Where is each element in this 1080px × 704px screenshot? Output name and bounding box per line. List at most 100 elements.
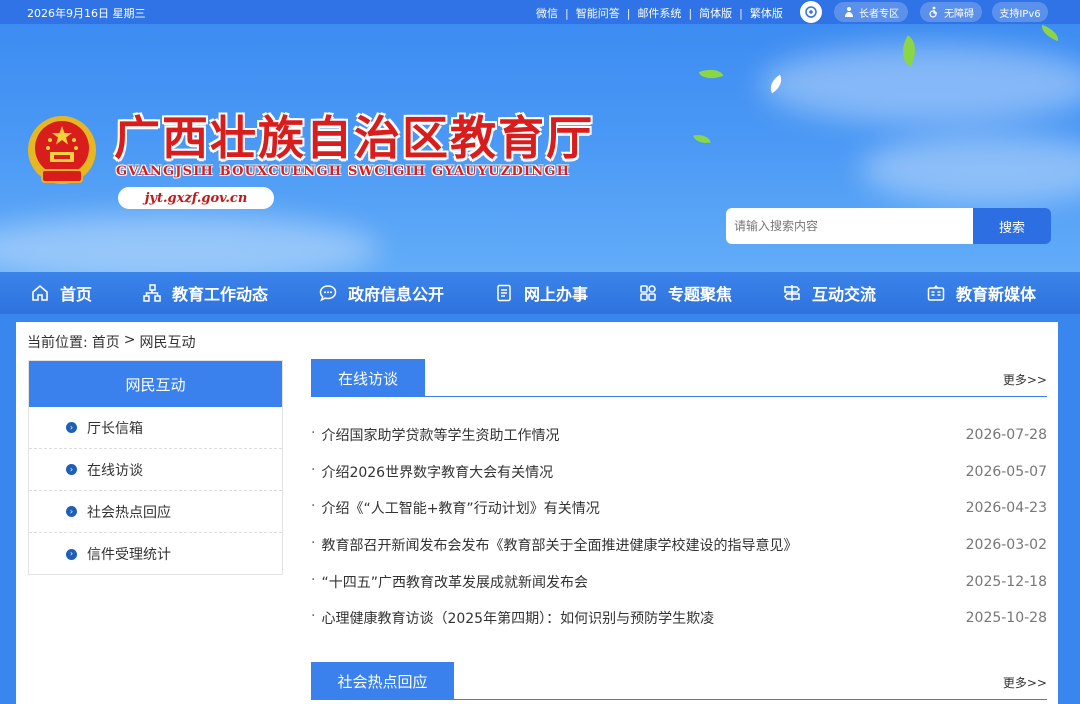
nav-interaction[interactable]: 互动交流: [782, 272, 876, 314]
nav-label: 政府信息公开: [348, 285, 445, 304]
arrow-right-icon: ›: [66, 548, 77, 560]
arrow-right-icon: ›: [66, 464, 77, 475]
simplified-link[interactable]: 简体版: [699, 5, 732, 21]
news-title[interactable]: 心理健康教育访谈（2025年第四期）：如何识别与预防学生欺凌: [321, 608, 714, 628]
news-list: · 介绍国家助学贷款等学生资助工作情况 2026-07-28 · 介绍2026世界数…: [311, 417, 1047, 637]
bullet: ·: [311, 425, 316, 442]
sidebar-item-hot-response[interactable]: › 社会热点回应: [29, 491, 282, 533]
news-title[interactable]: “十四五”广西教育改革发展成就新闻发布会: [321, 572, 588, 592]
news-date: 2025-10-28: [965, 610, 1047, 627]
grid-icon: [640, 285, 656, 301]
leaf-decoration: [693, 132, 711, 146]
list-item[interactable]: · 心理健康教育访谈（2025年第四期）：如何识别与预防学生欺凌 2025-10-…: [311, 600, 1047, 637]
breadcrumb-current[interactable]: 网民互动: [139, 332, 195, 352]
nav-new-media[interactable]: 教育新媒体: [926, 272, 1036, 314]
nav-label: 首页: [60, 285, 93, 304]
more-link[interactable]: 更多>>: [1003, 371, 1047, 388]
current-date: 2026年9月16日 星期三: [27, 7, 146, 20]
list-item[interactable]: · 介绍国家助学贷款等学生资助工作情况 2026-07-28: [311, 417, 1047, 454]
sidebar-item-label: 在线访谈: [87, 462, 143, 479]
elder-zone-label: 长者专区: [859, 8, 899, 20]
online-interview-section: 在线访谈 更多>> · 介绍国家助学贷款等学生资助工作情况 2026-07-28 …: [311, 359, 1047, 627]
more-link[interactable]: 更多>>: [1003, 674, 1047, 691]
bullet: ·: [311, 571, 316, 588]
news-date: 2026-03-02: [965, 537, 1047, 554]
leaf-decoration: [698, 64, 724, 84]
divider: |: [565, 6, 569, 20]
divider: |: [626, 6, 631, 20]
nav-home[interactable]: 首页: [30, 272, 92, 314]
traditional-link[interactable]: 繁体版: [750, 5, 783, 21]
sidebar-item-letter-stats[interactable]: › 信件受理统计: [29, 533, 282, 575]
top-bar: 2026年9月16日 星期三 微信 | 智能问答 | 邮件系统 | 简体版 | …: [0, 0, 1080, 24]
nav-label: 教育新媒体: [956, 285, 1037, 304]
search-button[interactable]: 搜索: [973, 208, 1051, 244]
wheelchair-icon: [929, 6, 937, 18]
sidebar-title: 网民互动: [29, 361, 282, 407]
sidebar-item-label: 信件受理统计: [87, 547, 171, 563]
news-title[interactable]: 介绍《“人工智能+教育”行动计划》有关情况: [321, 498, 599, 518]
divider: |: [688, 6, 693, 20]
cloud-decoration: [860, 134, 1080, 204]
news-date: 2025-12-18: [965, 573, 1047, 590]
list-item[interactable]: · 介绍《“人工智能+教育”行动计划》有关情况 2026-04-23: [311, 490, 1047, 527]
cloud-decoration: [760, 44, 1080, 124]
breadcrumb-separator: >: [123, 332, 136, 348]
media-icon: [927, 285, 945, 301]
bullet: ·: [311, 498, 316, 515]
news-title[interactable]: 介绍2026世界数字教育大会有关情况: [321, 462, 553, 482]
home-icon: [32, 284, 48, 301]
hot-response-section: 社会热点回应 更多>>: [311, 662, 1047, 704]
cloud-decoration: [0, 214, 380, 272]
news-date: 2026-04-23: [965, 500, 1047, 517]
online-interview-tab[interactable]: 在线访谈: [311, 359, 425, 397]
person-icon: [845, 7, 853, 17]
hot-response-tab[interactable]: 社会热点回应: [311, 662, 454, 700]
screen-reader-icon[interactable]: [800, 1, 822, 23]
sidebar-item-online-interview[interactable]: › 在线访谈: [29, 449, 282, 491]
section-header: 在线访谈 更多>>: [311, 359, 1047, 397]
breadcrumb-home[interactable]: 首页: [92, 332, 120, 352]
site-domain: jyt.gxzf.gov.cn: [118, 187, 274, 209]
nav-education-news[interactable]: 教育工作动态: [142, 272, 268, 314]
org-chart-icon: [143, 284, 161, 302]
divider: |: [739, 6, 743, 20]
news-date: 2026-05-07: [965, 463, 1047, 480]
nav-label: 网上办事: [524, 285, 589, 304]
nav-label: 教育工作动态: [172, 285, 269, 304]
search-input[interactable]: [726, 208, 974, 244]
bullet: ·: [311, 461, 316, 478]
list-item[interactable]: · 教育部召开新闻发布会发布《教育部关于全面推进健康学校建设的指导意见》 2026…: [311, 527, 1047, 564]
nav-gov-info[interactable]: 政府信息公开: [318, 272, 444, 314]
mail-system-link[interactable]: 邮件系统: [637, 5, 681, 21]
content-panel: 当前位置: 首页 > 网民互动 网民互动 › 厅长信箱 › 在线访谈 › 社会热…: [16, 322, 1058, 704]
smart-qa-link[interactable]: 智能问答: [576, 5, 620, 21]
sidebar-item-director-mailbox[interactable]: › 厅长信箱: [29, 407, 282, 449]
accessibility-button[interactable]: 无障碍: [920, 2, 982, 22]
elder-zone-button[interactable]: 长者专区: [834, 2, 908, 22]
signpost-icon: [784, 285, 800, 301]
nav-online-services[interactable]: 网上办事: [494, 272, 588, 314]
list-item[interactable]: · “十四五”广西教育改革发展成就新闻发布会 2025-12-18: [311, 563, 1047, 600]
nav-label: 专题聚焦: [668, 285, 733, 304]
site-subtitle: GVANGJSIH BOUXCUENGH SWCIGIH GYAUYUZDING…: [116, 164, 571, 179]
top-links: 微信 | 智能问答 | 邮件系统 | 简体版 | 繁体版: [536, 5, 783, 21]
news-title[interactable]: 介绍国家助学贷款等学生资助工作情况: [321, 425, 559, 445]
news-title[interactable]: 教育部召开新闻发布会发布《教育部关于全面推进健康学校建设的指导意见》: [321, 535, 797, 555]
national-emblem-icon: [28, 116, 96, 184]
section-header: 社会热点回应 更多>>: [311, 662, 1047, 700]
main-nav: 首页 教育工作动态 政府信息公开 网上办事 专题聚焦 互动交流 教育新媒体: [0, 272, 1080, 314]
nav-special-topics[interactable]: 专题聚焦: [638, 272, 732, 314]
site-title: 广西壮族自治区教育厅: [114, 111, 594, 165]
chat-icon: [319, 285, 337, 302]
sidebar: 网民互动 › 厅长信箱 › 在线访谈 › 社会热点回应 › 信件受理统计: [28, 360, 283, 575]
ipv6-badge: 支持IPv6: [992, 2, 1048, 22]
news-date: 2026-07-28: [965, 427, 1047, 444]
sidebar-item-label: 厅长信箱: [87, 420, 143, 437]
arrow-right-icon: ›: [66, 506, 77, 517]
bullet: ·: [311, 608, 316, 625]
wechat-link[interactable]: 微信: [536, 5, 558, 21]
header-banner: 广西壮族自治区教育厅 GVANGJSIH BOUXCUENGH SWCIGIH …: [0, 24, 1080, 272]
leaf-decoration: [1038, 24, 1062, 42]
list-item[interactable]: · 介绍2026世界数字教育大会有关情况 2026-05-07: [311, 454, 1047, 491]
